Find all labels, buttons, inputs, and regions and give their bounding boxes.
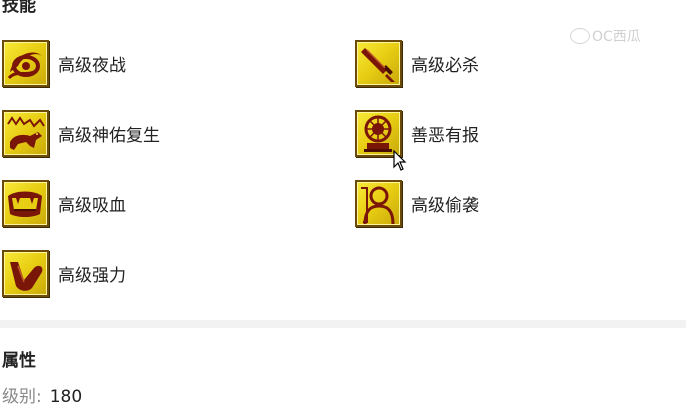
skill-item-critical-strike[interactable]: 高级必杀 (355, 40, 479, 87)
wolf-icon (2, 110, 49, 157)
level-label: 级别: (2, 387, 42, 407)
skills-section-title: 技能 (2, 0, 36, 16)
skill-item-life-drain[interactable]: 高级吸血 (2, 180, 126, 227)
skill-label: 高级必杀 (411, 56, 479, 76)
shadow-figure-icon (355, 180, 402, 227)
fang-mouth-icon (2, 180, 49, 227)
sword-icon (355, 40, 402, 87)
skill-item-power[interactable]: 高级强力 (2, 250, 126, 297)
attributes-section-title: 属性 (2, 351, 36, 371)
mouse-pointer-icon (393, 150, 407, 171)
skill-label: 高级偷袭 (411, 196, 479, 216)
eye-icon (2, 40, 49, 87)
skill-item-karma[interactable]: 善恶有报 (355, 110, 479, 157)
watermark: OC西瓜 (570, 26, 641, 46)
watermark-logo-icon (570, 28, 590, 44)
skill-item-divine-revival[interactable]: 高级神佑复生 (2, 110, 160, 157)
skill-label: 善恶有报 (411, 126, 479, 146)
level-row: 级别: 180 (2, 386, 82, 408)
section-divider (0, 320, 686, 328)
skill-label: 高级吸血 (58, 196, 126, 216)
watermark-text: OC西瓜 (592, 29, 641, 45)
skill-label: 高级强力 (58, 266, 126, 286)
level-value: 180 (49, 387, 83, 407)
skill-label: 高级夜战 (58, 56, 126, 76)
skill-item-sneak-attack[interactable]: 高级偷袭 (355, 180, 479, 227)
skill-label: 高级神佑复生 (58, 126, 160, 146)
skill-item-night-fight[interactable]: 高级夜战 (2, 40, 126, 87)
flexed-arm-icon (2, 250, 49, 297)
